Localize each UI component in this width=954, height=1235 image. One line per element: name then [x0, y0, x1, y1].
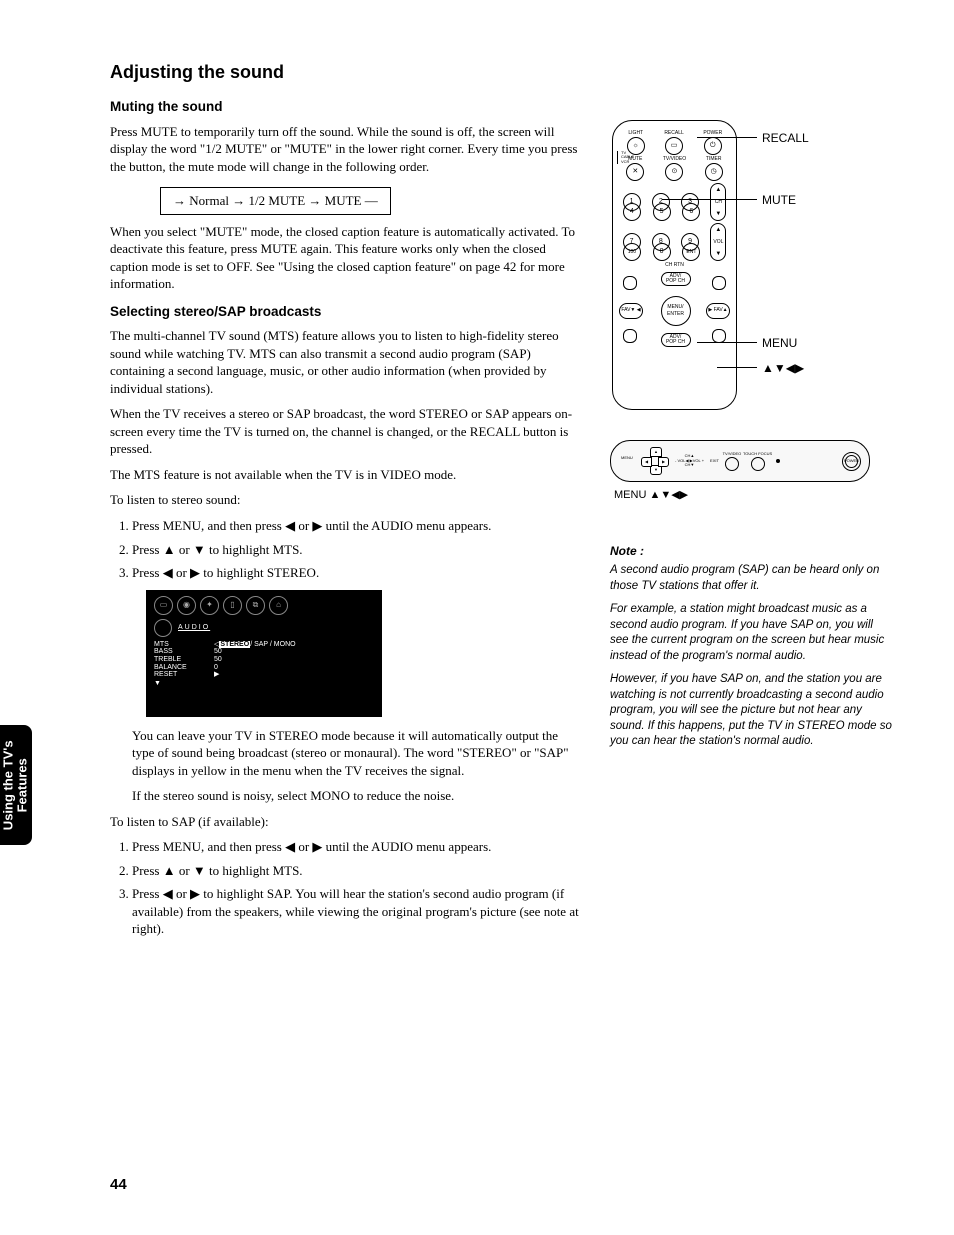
mute-button[interactable]: ✕	[626, 163, 644, 181]
panel-touchfocus-button[interactable]	[751, 457, 765, 471]
dpad-corner[interactable]	[623, 276, 637, 290]
tv-panel-labels: MENU ▲▼◀▶	[614, 488, 894, 503]
led-icon	[776, 459, 780, 463]
menu-icon: ⧉	[246, 596, 265, 615]
sap-step: Press ◀ or ▶ to highlight SAP. You will …	[132, 885, 580, 938]
panel-power-button[interactable]: POWER	[842, 452, 861, 471]
figures-column: TV CABLE VCR LIGHT☼ RECALL▭ POWER⏻ MUTE✕…	[610, 60, 894, 946]
menu-icon: ▭	[154, 596, 173, 615]
sap-p2: When the TV receives a stereo or SAP bro…	[110, 405, 580, 458]
num-button[interactable]: 6	[682, 203, 700, 221]
section-sap-title: Selecting stereo/SAP broadcasts	[110, 303, 580, 321]
power-button[interactable]: ⏻	[704, 137, 722, 155]
ent-button[interactable]: ENT	[682, 243, 700, 261]
menu-icon: ⌂	[269, 596, 288, 615]
callout-mute: MUTE	[762, 192, 796, 208]
dpad-right[interactable]: ▶ FAV▲	[706, 303, 730, 319]
page-title: Adjusting the sound	[110, 60, 580, 84]
panel-tvvideo-button[interactable]	[725, 457, 739, 471]
menu-icon: ◉	[177, 596, 196, 615]
num-button[interactable]: 5	[653, 203, 671, 221]
panel-vol-down[interactable]: ◀	[641, 457, 652, 467]
vol-rocker[interactable]: ▲VOL▼	[710, 223, 726, 261]
sap-p1: The multi-channel TV sound (MTS) feature…	[110, 327, 580, 397]
note-title: Note :	[610, 543, 894, 559]
dpad-corner[interactable]	[712, 276, 726, 290]
sap-p3: The MTS feature is not available when th…	[110, 466, 580, 484]
stereo-step: Press ▲ or ▼ to highlight MTS.	[132, 541, 580, 559]
num-button[interactable]: 4	[623, 203, 641, 221]
dpad-corner[interactable]	[712, 329, 726, 343]
panel-vol-up[interactable]: ▶	[658, 457, 669, 467]
num-button[interactable]: 100	[623, 243, 641, 261]
recall-button[interactable]: ▭	[665, 137, 683, 155]
sap-step: Press ▲ or ▼ to highlight MTS.	[132, 862, 580, 880]
panel-ch-up[interactable]: ▲	[650, 447, 662, 457]
callout-recall: RECALL	[762, 130, 809, 146]
section-muting-title: Muting the sound	[110, 98, 580, 116]
stereo-step: Press MENU, and then press ◀ or ▶ until …	[132, 517, 580, 535]
num-button[interactable]: 0	[653, 243, 671, 261]
callout-arrows: ▲▼◀▶	[762, 360, 804, 376]
menu-icon: ✦	[200, 596, 219, 615]
mute-flow: → Normal → 1/2 MUTE → MUTE —	[160, 187, 391, 215]
note-body: A second audio program (SAP) can be hear…	[610, 563, 894, 750]
tvvideo-button[interactable]: ⊙	[665, 163, 683, 181]
muting-p1: Press MUTE to temporarily turn off the s…	[110, 123, 580, 176]
menu-enter-button[interactable]: MENU/ ENTER	[661, 296, 691, 326]
audio-menu-title: AUDIO	[178, 623, 210, 632]
dpad-up[interactable]: ADV/ POP CH	[661, 272, 691, 286]
audio-menu-screenshot: ▭ ◉ ✦ ▯ ⧉ ⌂ AUDIO MTS◁STEREO/ SAP / MONO…	[146, 590, 382, 717]
arrow-down-icon: ▼	[154, 679, 374, 688]
stereo-step: Press ◀ or ▶ to highlight STEREO.	[132, 564, 580, 582]
sap-intro: To listen to SAP (if available):	[110, 813, 580, 831]
dpad: ADV/ POP CH ADV/ POP CH FAV▼ ◀ ▶ FAV▲ ME…	[617, 272, 732, 347]
dpad-left[interactable]: FAV▼ ◀	[619, 303, 643, 319]
page-number: 44	[110, 1175, 127, 1195]
muting-p2: When you select "MUTE" mode, the closed …	[110, 223, 580, 293]
after-stereo-p2: If the stereo sound is noisy, select MON…	[132, 787, 580, 805]
audio-icon	[154, 619, 172, 637]
tv-panel-diagram: MENU ▲ ▼ ◀ ▶ CH▲ - VOL◀ ▶VOL + CH▼ EXIT …	[610, 440, 870, 482]
dpad-corner[interactable]	[623, 329, 637, 343]
main-content: Adjusting the sound Muting the sound Pre…	[110, 60, 580, 946]
timer-button[interactable]: ◷	[705, 163, 723, 181]
menu-icon: ▯	[223, 596, 242, 615]
callout-menu: MENU	[762, 335, 797, 351]
ch-rocker[interactable]: ▲CH▼	[710, 183, 726, 221]
sap-step: Press MENU, and then press ◀ or ▶ until …	[132, 838, 580, 856]
dpad-down[interactable]: ADV/ POP CH	[661, 333, 691, 347]
stereo-intro: To listen to stereo sound:	[110, 491, 580, 509]
after-stereo-p1: You can leave your TV in STEREO mode bec…	[132, 727, 580, 780]
device-selector: TV CABLE VCR	[617, 151, 634, 164]
